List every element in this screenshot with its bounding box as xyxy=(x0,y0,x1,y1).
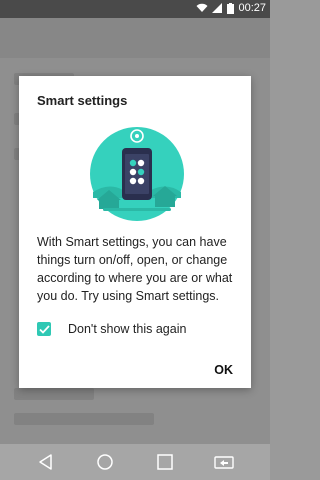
background-toolbar xyxy=(0,18,270,58)
status-time: 00:27 xyxy=(238,2,266,14)
battery-icon xyxy=(227,2,235,14)
wifi-icon xyxy=(196,3,208,12)
home-icon[interactable] xyxy=(96,453,114,471)
dont-show-again-row[interactable]: Don't show this again xyxy=(37,322,186,336)
status-icons: 00:27 xyxy=(196,2,266,14)
dont-show-again-label: Don't show this again xyxy=(68,322,187,336)
smart-settings-dialog: Smart settings With Smart settings, you … xyxy=(19,76,251,388)
recents-icon[interactable] xyxy=(156,453,174,471)
ok-button[interactable]: OK xyxy=(214,363,233,377)
checkmark-icon xyxy=(38,324,50,334)
background-row xyxy=(14,388,94,400)
signal-icon xyxy=(212,3,223,13)
background-row xyxy=(14,413,154,425)
smart-settings-phone-illustration xyxy=(90,127,184,221)
dialog-message: With Smart settings, you can have things… xyxy=(37,235,233,303)
dialog-title: Smart settings xyxy=(37,93,128,108)
navigation-bar xyxy=(0,444,270,480)
status-bar: 00:27 xyxy=(0,0,270,18)
switch-sim-icon[interactable] xyxy=(214,453,234,471)
back-icon[interactable] xyxy=(37,453,55,471)
dont-show-again-checkbox[interactable] xyxy=(37,322,51,336)
